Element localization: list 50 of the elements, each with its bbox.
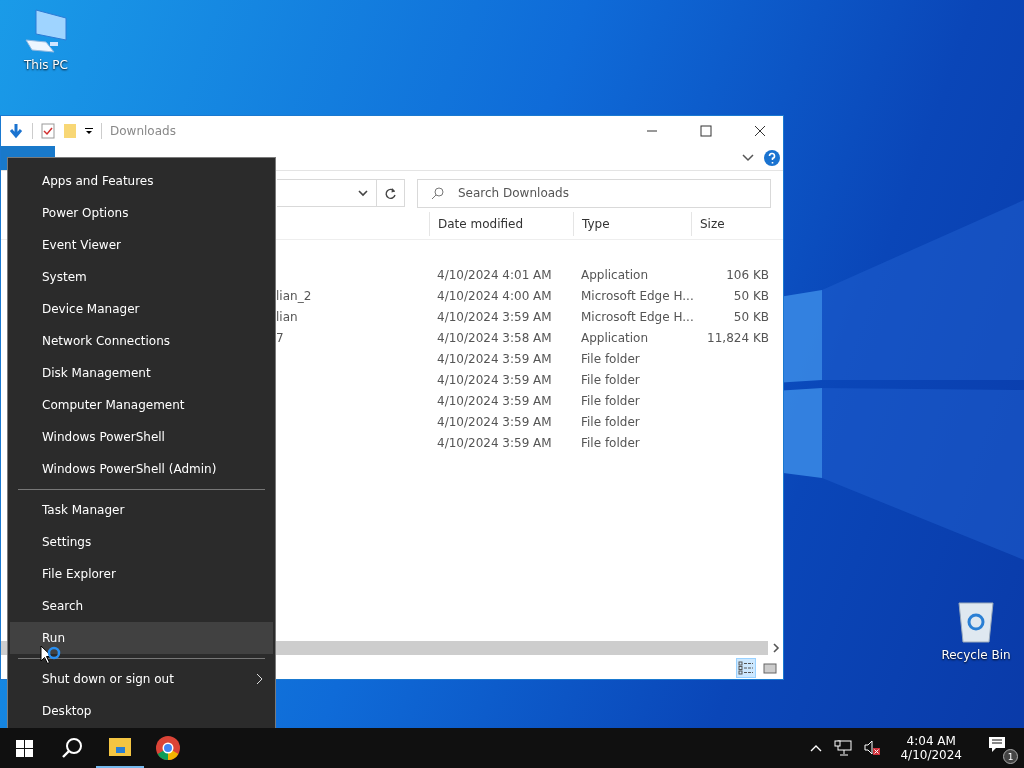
type-cell-text: Microsoft Edge H... [580,309,691,324]
menu-item[interactable]: Network Connections [10,325,273,357]
menu-item[interactable]: Windows PowerShell [10,421,273,453]
menu-item[interactable]: Event Viewer [10,229,273,261]
menu-item[interactable]: Desktop [10,695,273,727]
file-name: lian [276,309,298,324]
date-cell-text: 4/10/2024 3:59 AM [436,309,553,324]
date-cell-text: 4/10/2024 3:59 AM [436,351,553,366]
menu-item[interactable]: System [10,261,273,293]
date-cell-text: 4/10/2024 3:59 AM [436,393,553,408]
menu-item[interactable]: Apps and Features [10,165,273,197]
menu-item[interactable]: Task Manager [10,494,273,526]
size-cell: 50 KB [733,288,769,303]
menu-item[interactable]: Power Options [10,197,273,229]
file-name: lian_2 [276,288,312,303]
type-cell-text: File folder [580,372,641,387]
menu-item[interactable]: File Explorer [10,558,273,590]
date-cell-text: 4/10/2024 3:58 AM [436,330,553,345]
menu-item[interactable]: Shut down or sign out [10,663,273,695]
type-cell-text: Microsoft Edge H... [580,288,691,303]
size-cell: 11,824 KB [707,330,769,345]
column-header[interactable]: Date modified [429,212,573,236]
column-header[interactable]: Type [573,212,691,236]
type-cell-text: File folder [580,435,641,450]
date-cell-text: 4/10/2024 4:01 AM [436,267,553,282]
type-cell-text: File folder [580,351,641,366]
type-cell-text: File folder [580,414,641,429]
window-title: Downloads [110,124,176,138]
date-cell-text: 4/10/2024 3:59 AM [436,372,553,387]
file-name: 7 [276,330,284,345]
size-cell: 106 KB [726,267,769,282]
menu-item[interactable]: Computer Management [10,389,273,421]
type-cell-text: Application [580,267,650,282]
menu-item[interactable]: Settings [10,526,273,558]
menu-item[interactable]: Run [10,622,273,654]
date-cell-text: 4/10/2024 4:00 AM [436,288,553,303]
clock[interactable]: 4:04 AM 4/10/2024 [900,734,962,762]
menu-item[interactable]: Device Manager [10,293,273,325]
menu-item[interactable]: Disk Management [10,357,273,389]
menu-item[interactable]: Windows PowerShell (Admin) [10,453,273,485]
type-cell-text: Application [580,330,650,345]
date-cell-text: 4/10/2024 3:59 AM [436,435,553,450]
notification-badge: 1 [1003,749,1018,764]
search-field[interactable]: Search Downloads [417,178,771,208]
date-cell-text: 4/10/2024 3:59 AM [436,414,553,429]
menu-item[interactable]: Search [10,590,273,622]
desktop-icon-label[interactable]: Recycle Bin [941,648,1011,662]
type-cell-text: File folder [580,393,641,408]
column-header[interactable]: Size [691,212,769,236]
size-cell: 50 KB [733,309,769,324]
